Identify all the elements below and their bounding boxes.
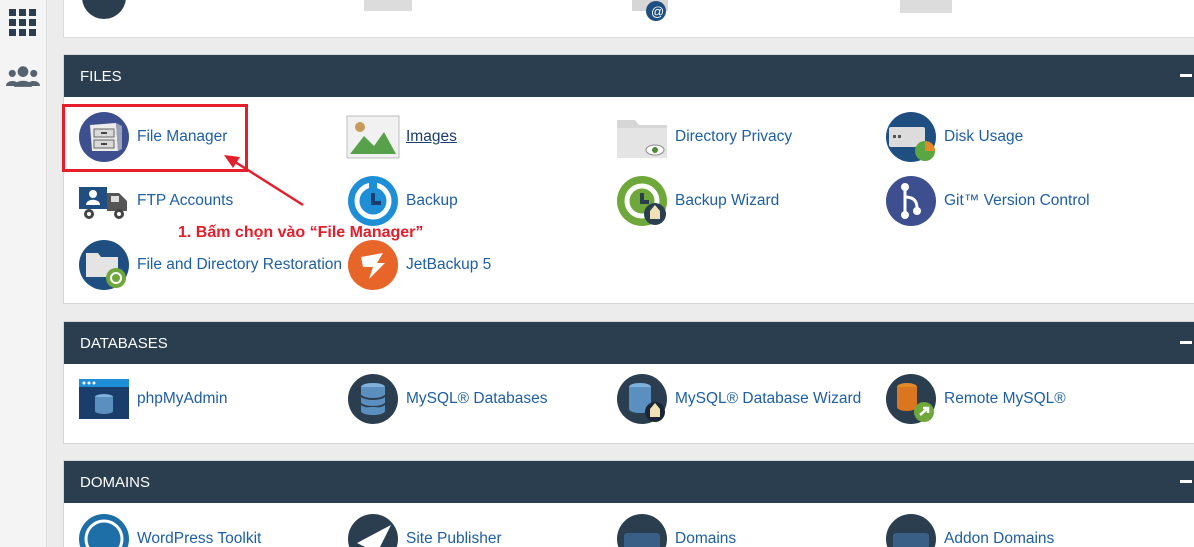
annotation-arrow: [224, 155, 304, 207]
annotation-text: 1. Bấm chọn vào “File Manager”: [178, 224, 424, 241]
